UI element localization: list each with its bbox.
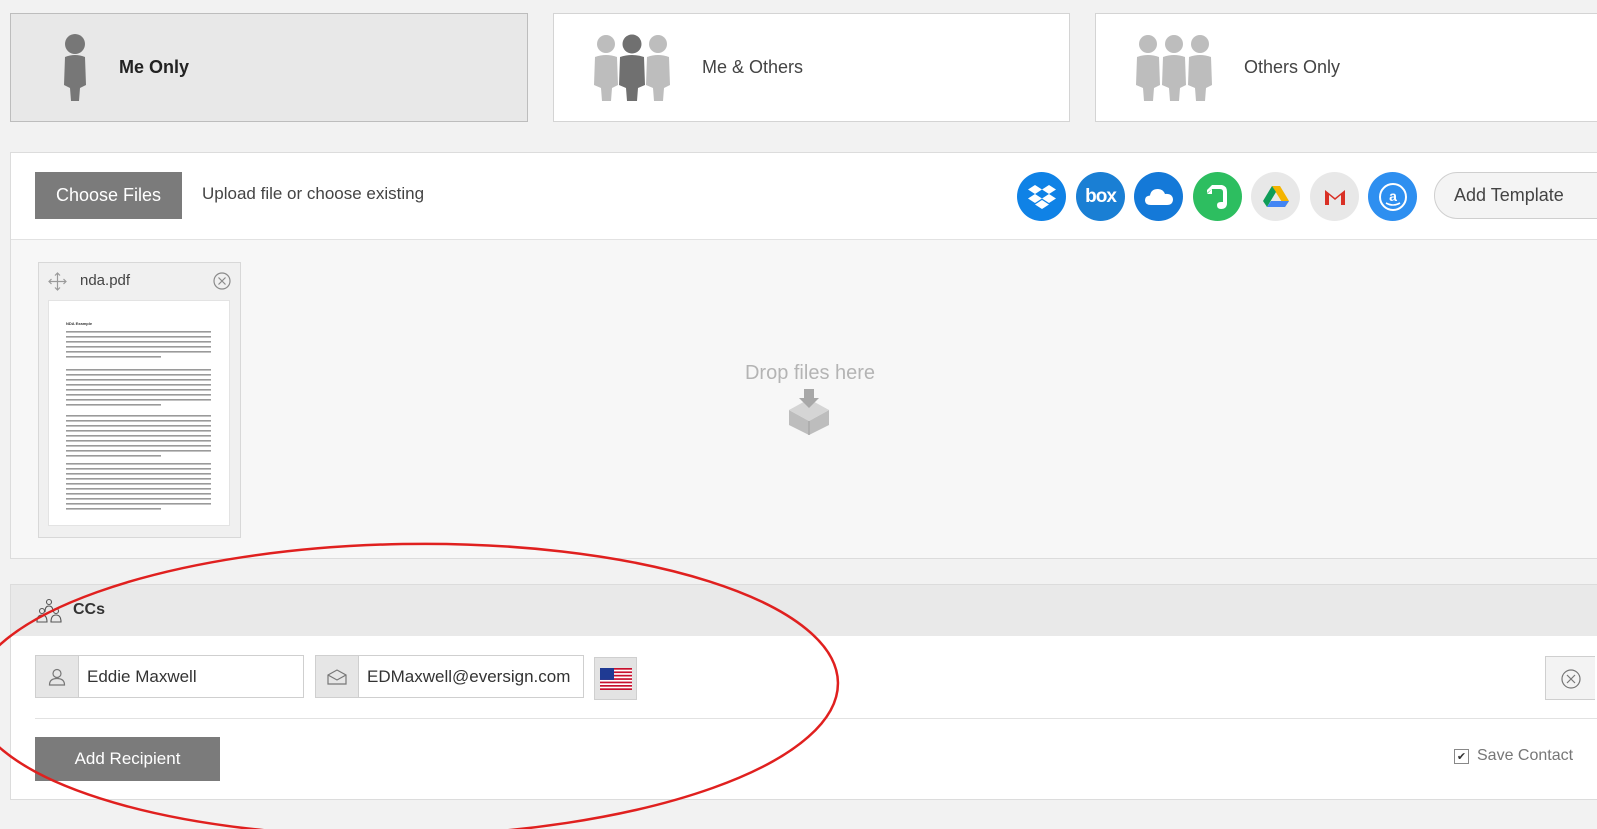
svg-text:a: a: [1389, 188, 1397, 204]
recipient-email-input[interactable]: [359, 656, 583, 697]
add-recipient-button[interactable]: Add Recipient: [35, 737, 220, 781]
others-people-icon: [1134, 33, 1214, 103]
divider: [35, 718, 1597, 719]
preview-line: [66, 473, 211, 475]
preview-line: [66, 478, 211, 480]
group-people-icon: [592, 33, 672, 103]
upload-hint: Upload file or choose existing: [202, 184, 425, 203]
signer-type-me-and-others[interactable]: Me & Others: [553, 13, 1070, 122]
preview-line: [66, 468, 211, 470]
cc-section-title: CCs: [73, 601, 106, 618]
preview-line: [66, 415, 211, 417]
add-template-button[interactable]: Add Template: [1434, 172, 1597, 219]
preview-line: [66, 384, 211, 386]
preview-line: [66, 430, 211, 432]
preview-line: [66, 379, 211, 381]
save-contact-checkbox[interactable]: ✔: [1454, 748, 1469, 764]
us-flag-icon[interactable]: [594, 657, 637, 700]
recipient-email-field[interactable]: [315, 655, 584, 698]
preview-line: [66, 498, 211, 500]
google-drive-icon[interactable]: [1251, 172, 1300, 221]
cc-header: [11, 585, 1597, 636]
preview-line: [66, 351, 211, 353]
preview-line: [66, 450, 211, 452]
remove-recipient-button[interactable]: [1545, 656, 1595, 700]
preview-line: [66, 488, 211, 490]
preview-line: [66, 508, 161, 510]
preview-line: [66, 404, 161, 406]
recipient-name-input[interactable]: [79, 656, 303, 697]
divider: [11, 239, 1597, 240]
signer-type-label: Others Only: [1244, 57, 1341, 77]
preview-line: [66, 341, 211, 343]
preview-line: [66, 503, 211, 505]
evernote-icon[interactable]: [1193, 172, 1242, 221]
preview-line: [66, 394, 211, 396]
recipient-name-field[interactable]: [35, 655, 304, 698]
preview-line: [66, 346, 211, 348]
save-contact-option[interactable]: ✔ Save Contact: [1454, 747, 1573, 765]
preview-line: [66, 445, 211, 447]
single-person-icon: [59, 33, 91, 103]
amazon-icon[interactable]: a: [1368, 172, 1417, 221]
dropbox-icon[interactable]: [1017, 172, 1066, 221]
box-icon[interactable]: box: [1076, 172, 1125, 221]
box-download-icon: [786, 388, 832, 436]
cc-people-icon: [36, 598, 62, 624]
signer-type-others-only[interactable]: Others Only: [1095, 13, 1597, 122]
choose-files-button[interactable]: Choose Files: [35, 172, 182, 219]
drop-zone-text: Drop files here: [744, 362, 876, 384]
preview-line: [66, 483, 211, 485]
user-icon: [36, 656, 79, 697]
save-contact-label: Save Contact: [1477, 747, 1574, 764]
preview-line: [66, 331, 211, 333]
preview-line: [66, 389, 211, 391]
preview-text-lines: [66, 331, 211, 510]
remove-icon: [1561, 669, 1581, 689]
move-icon[interactable]: [48, 272, 67, 291]
preview-line: [66, 463, 211, 465]
preview-line: [66, 420, 211, 422]
file-name: nda.pdf: [80, 272, 131, 289]
preview-line: [66, 440, 211, 442]
envelope-icon: [316, 656, 359, 697]
signer-type-me-only[interactable]: Me Only: [10, 13, 528, 122]
preview-line: [66, 435, 211, 437]
preview-line: [66, 493, 211, 495]
preview-line: [66, 455, 161, 457]
preview-line: [66, 356, 161, 358]
signer-type-label: Me & Others: [702, 57, 804, 77]
gmail-icon[interactable]: [1310, 172, 1359, 221]
file-preview-thumbnail: NDA Example: [48, 300, 230, 526]
preview-line: [66, 399, 211, 401]
close-icon[interactable]: [213, 272, 231, 290]
signer-type-label: Me Only: [119, 57, 190, 77]
preview-line: [66, 374, 211, 376]
preview-line: [66, 425, 211, 427]
preview-line: [66, 369, 211, 371]
preview-line: [66, 336, 211, 338]
onedrive-icon[interactable]: [1134, 172, 1183, 221]
